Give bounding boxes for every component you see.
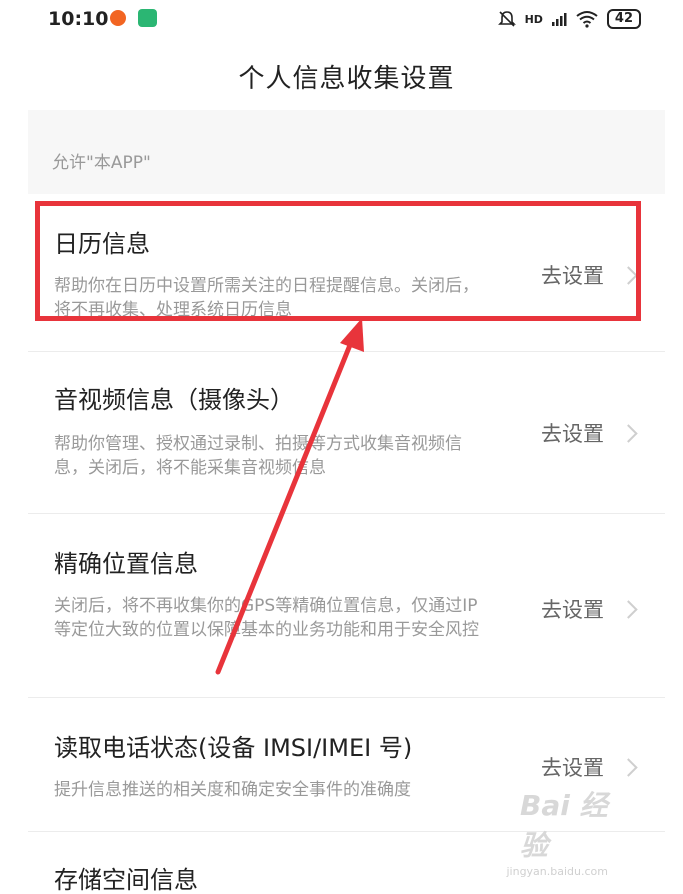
screenshot: 10:10 HD 42 个人信息收集设置 允许"本APP" 日历信息 帮助你在日… — [0, 0, 683, 894]
watermark-url: jingyan.baidu.com — [506, 865, 608, 878]
baidu-watermark: Bai 经验 jingyan.baidu.com — [506, 789, 660, 878]
watermark-logo: Bai 经验 — [520, 789, 608, 862]
annotation-arrow — [215, 318, 364, 675]
